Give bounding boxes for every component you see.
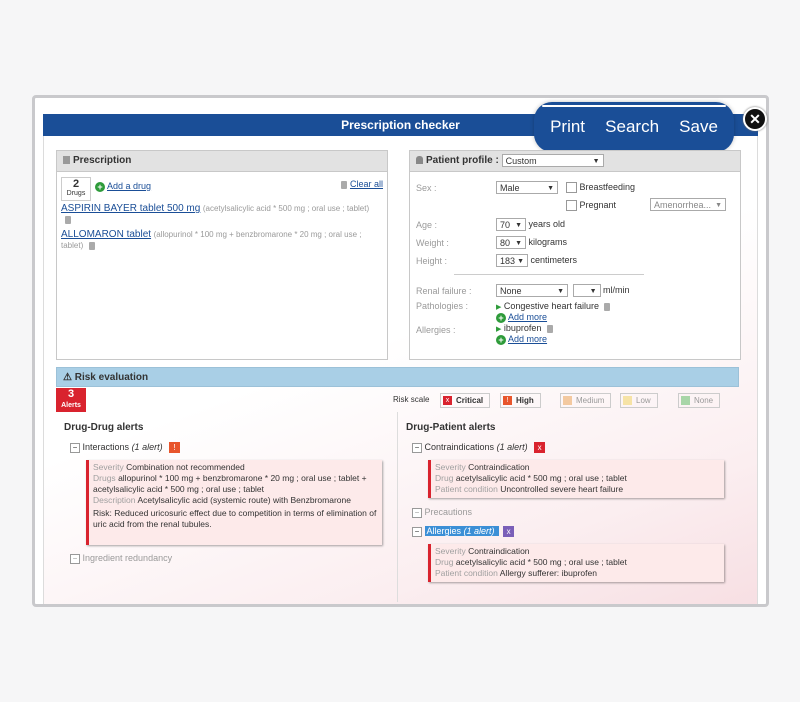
- list-icon: [63, 156, 70, 165]
- prescription-panel: Prescription 2 Drugs + Add a drug Clear …: [56, 150, 388, 360]
- drug-patient-title: Drug-Patient alerts: [406, 422, 496, 433]
- list-item: ASPIRIN BAYER tablet 500 mg (acetylsalic…: [61, 203, 381, 225]
- alerts-count-badge: 3 Alerts: [56, 388, 86, 412]
- collapse-icon: −: [412, 442, 422, 453]
- add-drug-button[interactable]: + Add a drug: [95, 181, 151, 192]
- pregnant-checkbox[interactable]: Pregnant: [566, 200, 616, 212]
- chevron-down-icon: ▼: [515, 240, 522, 247]
- collapse-icon: −: [412, 526, 422, 537]
- risk-scale-critical[interactable]: x Critical: [440, 393, 491, 408]
- risk-scale-none[interactable]: None: [678, 393, 721, 408]
- allergies-toggle[interactable]: − Allergies (1 alert) x: [412, 526, 515, 538]
- alert-icon: [563, 396, 572, 406]
- renal-label: Renal failure :: [416, 286, 472, 296]
- patient-profile-header: Patient profile : Custom ▼: [410, 151, 740, 172]
- top-action-bar: Print Search Save: [534, 102, 734, 152]
- collapse-icon: −: [412, 507, 422, 518]
- age-select[interactable]: 70 ▼ years old: [496, 218, 565, 231]
- sex-label: Sex :: [416, 183, 437, 193]
- triangle-right-icon: ▶: [496, 326, 502, 333]
- age-label: Age :: [416, 220, 438, 230]
- weight-label: Weight :: [416, 238, 449, 248]
- sex-select[interactable]: Male ▼: [496, 181, 558, 194]
- triangle-right-icon: ▶: [496, 304, 502, 311]
- list-item: ALLOMARON tablet (allopurinol * 100 mg +…: [61, 229, 362, 250]
- drug-count-badge: 2 Drugs: [61, 177, 91, 201]
- clear-all-button[interactable]: Clear all: [338, 179, 383, 189]
- interaction-alert-box: Severity Combination not recommended Dru…: [86, 460, 382, 545]
- collapse-icon: −: [70, 442, 80, 453]
- risk-scale-high[interactable]: ! High: [500, 393, 541, 408]
- amenorrhea-select[interactable]: Amenorrhea... ▼: [650, 198, 726, 211]
- trash-icon[interactable]: [65, 215, 71, 224]
- allergy-item: ▶ ibuprofen: [496, 323, 553, 333]
- chevron-down-icon: ▼: [557, 288, 564, 295]
- trash-icon[interactable]: [604, 302, 611, 311]
- renal-failure-select[interactable]: None ▼ ▼ ml/min: [496, 284, 630, 297]
- height-label: Height :: [416, 256, 448, 266]
- trash-icon[interactable]: [88, 241, 95, 250]
- drug-link[interactable]: ASPIRIN BAYER tablet 500 mg: [61, 203, 200, 214]
- allergy-severity-icon: x: [503, 526, 515, 538]
- alert-icon: [623, 396, 632, 406]
- drug-link[interactable]: ALLOMARON tablet: [61, 229, 151, 240]
- breastfeeding-checkbox[interactable]: Breastfeeding: [566, 182, 635, 194]
- ingredient-redundancy-toggle[interactable]: − Ingredient redundancy: [70, 553, 172, 564]
- save-button[interactable]: Save: [679, 117, 718, 137]
- drug-drug-title: Drug-Drug alerts: [64, 422, 144, 433]
- height-select[interactable]: 183 ▼ centimeters: [496, 254, 577, 267]
- chevron-down-icon: ▼: [517, 258, 524, 265]
- chevron-down-icon: ▼: [515, 222, 522, 229]
- chevron-down-icon: ▼: [592, 157, 600, 165]
- check-icon: [681, 396, 690, 406]
- weight-select[interactable]: 80 ▼ kilograms: [496, 236, 567, 249]
- warning-icon: ⚠: [63, 372, 72, 383]
- x-icon: x: [443, 396, 452, 406]
- patient-profile-panel: Patient profile : Custom ▼ Sex : Male ▼ Br…: [409, 150, 741, 360]
- user-icon: [416, 156, 423, 165]
- add-icon: +: [496, 312, 506, 323]
- contraindications-toggle[interactable]: − Contraindications (1 alert) x: [412, 442, 546, 454]
- add-icon: +: [95, 181, 105, 192]
- chevron-down-icon: ▼: [589, 288, 597, 295]
- risk-scale-label: Risk scale: [393, 395, 430, 404]
- interactions-toggle[interactable]: − Interactions (1 alert) !: [70, 442, 181, 454]
- contraindication-alert-box: Severity Contraindication Drug acetylsal…: [428, 460, 724, 498]
- pathology-item: ▶ Congestive heart failure: [496, 301, 611, 311]
- add-icon: +: [496, 334, 506, 345]
- trash-icon: [341, 180, 348, 189]
- profile-select[interactable]: Custom ▼: [501, 153, 604, 167]
- allergy-alert-box: Severity Contraindication Drug acetylsal…: [428, 544, 724, 582]
- prescription-header: Prescription: [57, 151, 387, 172]
- risk-evaluation-header: ⚠ Risk evaluation: [56, 367, 739, 387]
- trash-icon[interactable]: [546, 324, 553, 333]
- chevron-down-icon: ▼: [715, 202, 722, 209]
- add-allergy-button[interactable]: + Add more: [496, 334, 547, 345]
- risk-scale-low[interactable]: Low: [620, 393, 658, 408]
- close-icon[interactable]: ✕: [743, 107, 767, 131]
- print-button[interactable]: Print: [550, 117, 585, 137]
- pathologies-label: Pathologies :: [416, 301, 469, 311]
- precautions-toggle[interactable]: − Precautions: [412, 507, 472, 518]
- add-pathology-button[interactable]: + Add more: [496, 312, 547, 323]
- divider: [454, 274, 644, 275]
- critical-severity-icon: x: [534, 442, 546, 454]
- risk-scale-medium[interactable]: Medium: [560, 393, 612, 408]
- chevron-down-icon: ▼: [547, 185, 554, 192]
- search-button[interactable]: Search: [605, 117, 659, 137]
- alert-icon: !: [503, 396, 512, 406]
- column-divider: [397, 412, 398, 602]
- collapse-icon: −: [70, 553, 80, 564]
- allergies-label: Allergies :: [416, 325, 456, 335]
- high-severity-icon: !: [169, 442, 181, 454]
